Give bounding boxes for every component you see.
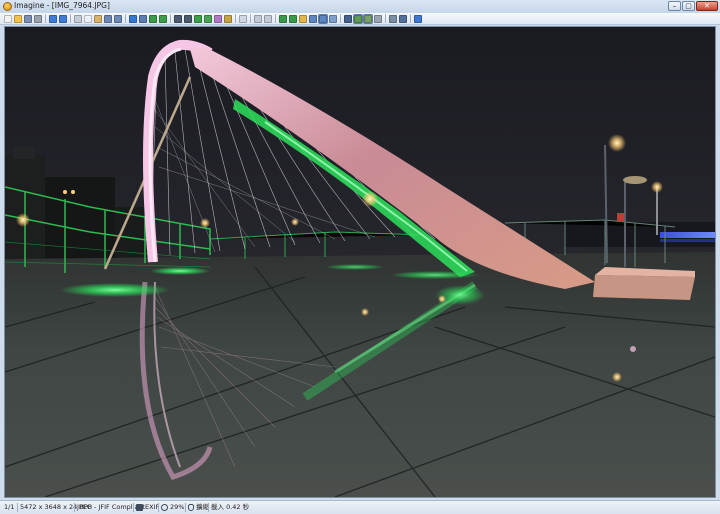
rotate-left-icon[interactable]	[174, 14, 182, 23]
camera-icon	[136, 504, 143, 511]
image-format: JPEG - JFIF Compliant	[77, 503, 146, 511]
cut-icon[interactable]	[74, 14, 82, 23]
copy-icon[interactable]	[84, 14, 92, 23]
status-separator	[17, 503, 18, 512]
toolbar-separator	[70, 14, 71, 23]
status-separator	[74, 503, 75, 512]
toolbar-separator	[340, 14, 341, 23]
adjust-icon[interactable]	[224, 14, 232, 23]
zoom-in-icon[interactable]	[254, 14, 262, 23]
status-bar: 1/1 5472 x 3648 x 24 BPP JPEG - JFIF Com…	[0, 500, 720, 514]
page-indicator: 1/1	[4, 503, 15, 511]
toolbar-separator	[235, 14, 236, 23]
effects-icon[interactable]	[239, 14, 247, 23]
close-button[interactable]: ✕	[696, 1, 718, 11]
window-fit-icon[interactable]	[329, 14, 337, 23]
edit-view-icon[interactable]	[363, 13, 373, 24]
app-window: Imagine - [IMG_7964.JPG] – ▢ ✕ 1/1 5472 …	[0, 0, 720, 514]
toolbar-separator	[385, 14, 386, 23]
redo-icon[interactable]	[114, 14, 122, 23]
fit-height-icon[interactable]	[289, 14, 297, 23]
toolbar-separator	[250, 14, 251, 23]
fullscreen-icon[interactable]	[149, 14, 157, 23]
undo-icon[interactable]	[104, 14, 112, 23]
load-time: 載入 0.42 秒	[211, 503, 250, 511]
magnifier-icon	[161, 504, 168, 511]
zoom-out-icon[interactable]	[264, 14, 272, 23]
slideshow-icon[interactable]	[159, 14, 167, 23]
photo-bridge-night	[5, 27, 715, 497]
maximize-button[interactable]: ▢	[682, 1, 695, 11]
flip-icon[interactable]	[194, 14, 202, 23]
fit-width-icon[interactable]	[279, 14, 287, 23]
caption-buttons: – ▢ ✕	[667, 1, 718, 12]
thumbnails-icon[interactable]	[139, 14, 147, 23]
print-icon[interactable]	[34, 14, 42, 23]
plugins-icon[interactable]	[389, 14, 397, 23]
crop-icon[interactable]	[204, 14, 212, 23]
actual-size-icon[interactable]	[309, 14, 317, 23]
paste-icon[interactable]	[94, 14, 102, 23]
toolbar-separator	[410, 14, 411, 23]
save-icon[interactable]	[24, 14, 32, 23]
mouse-icon	[188, 504, 194, 511]
previous-icon[interactable]	[49, 14, 57, 23]
toolbar-separator	[170, 14, 171, 23]
status-separator	[133, 503, 134, 512]
title-bar[interactable]: Imagine - [IMG_7964.JPG] – ▢ ✕	[0, 0, 720, 14]
toolbar	[0, 13, 720, 25]
view-mode-icon[interactable]	[344, 14, 352, 23]
status-separator	[208, 503, 209, 512]
toolbar-separator	[125, 14, 126, 23]
help-icon[interactable]	[414, 14, 422, 23]
status-separator	[158, 503, 159, 512]
next-icon[interactable]	[59, 14, 67, 23]
toolbar-separator	[45, 14, 46, 23]
app-icon[interactable]	[3, 2, 12, 11]
fit-window-icon[interactable]	[299, 14, 307, 23]
tools-icon[interactable]	[374, 14, 382, 23]
image-view-icon[interactable]	[353, 13, 363, 24]
info-icon[interactable]	[129, 14, 137, 23]
window-title: Imagine - [IMG_7964.JPG]	[14, 1, 110, 10]
open-folder-icon[interactable]	[14, 14, 22, 23]
toolbar-separator	[275, 14, 276, 23]
options-icon[interactable]	[399, 14, 407, 23]
rotate-right-icon[interactable]	[184, 14, 192, 23]
zoom-level: 29%	[170, 503, 185, 511]
image-canvas[interactable]	[4, 26, 716, 498]
status-separator	[185, 503, 186, 512]
zoom-mode-icon[interactable]	[318, 13, 328, 24]
minimize-button[interactable]: –	[668, 1, 681, 11]
resize-icon[interactable]	[214, 14, 222, 23]
new-icon[interactable]	[4, 14, 12, 23]
